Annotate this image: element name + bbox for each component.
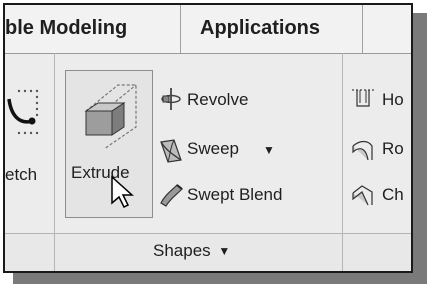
swept-blend-icon[interactable]	[159, 181, 185, 207]
extrude-button[interactable]: Extrude	[65, 70, 153, 218]
shapes-group-menu[interactable]: Shapes ▼	[153, 241, 230, 261]
round-icon[interactable]	[350, 138, 376, 162]
footer-separator	[54, 234, 55, 271]
round-label[interactable]: Ro	[382, 139, 404, 159]
hole-label[interactable]: Ho	[382, 90, 404, 110]
mouse-pointer-icon	[111, 175, 134, 209]
sweep-icon[interactable]	[158, 138, 184, 164]
sweep-dropdown-arrow[interactable]: ▼	[263, 143, 275, 157]
revolve-icon[interactable]	[160, 87, 182, 111]
chamfer-label[interactable]: Ch	[382, 185, 404, 205]
shapes-group-label: Shapes	[153, 241, 211, 260]
sketch-label[interactable]: etch	[5, 165, 37, 185]
tab-flexible-modeling[interactable]: ble Modeling	[5, 5, 127, 51]
hole-icon[interactable]	[350, 88, 376, 110]
tab-divider	[180, 5, 181, 53]
revolve-label[interactable]: Revolve	[187, 90, 248, 110]
chamfer-icon[interactable]	[350, 183, 376, 207]
extrude-icon	[84, 84, 137, 149]
swept-blend-label[interactable]: Swept Blend	[187, 185, 282, 205]
footer-separator	[342, 234, 343, 271]
ribbon-top-border	[5, 53, 411, 54]
ribbon-window: ble Modeling Applications etch Extrude R…	[3, 3, 413, 273]
sketch-icon[interactable]	[5, 85, 51, 155]
tab-divider	[362, 5, 363, 53]
sweep-label[interactable]: Sweep	[187, 139, 239, 159]
chevron-down-icon: ▼	[218, 244, 231, 258]
tab-applications[interactable]: Applications	[200, 5, 320, 51]
ribbon-tab-bar: ble Modeling Applications	[5, 5, 411, 53]
